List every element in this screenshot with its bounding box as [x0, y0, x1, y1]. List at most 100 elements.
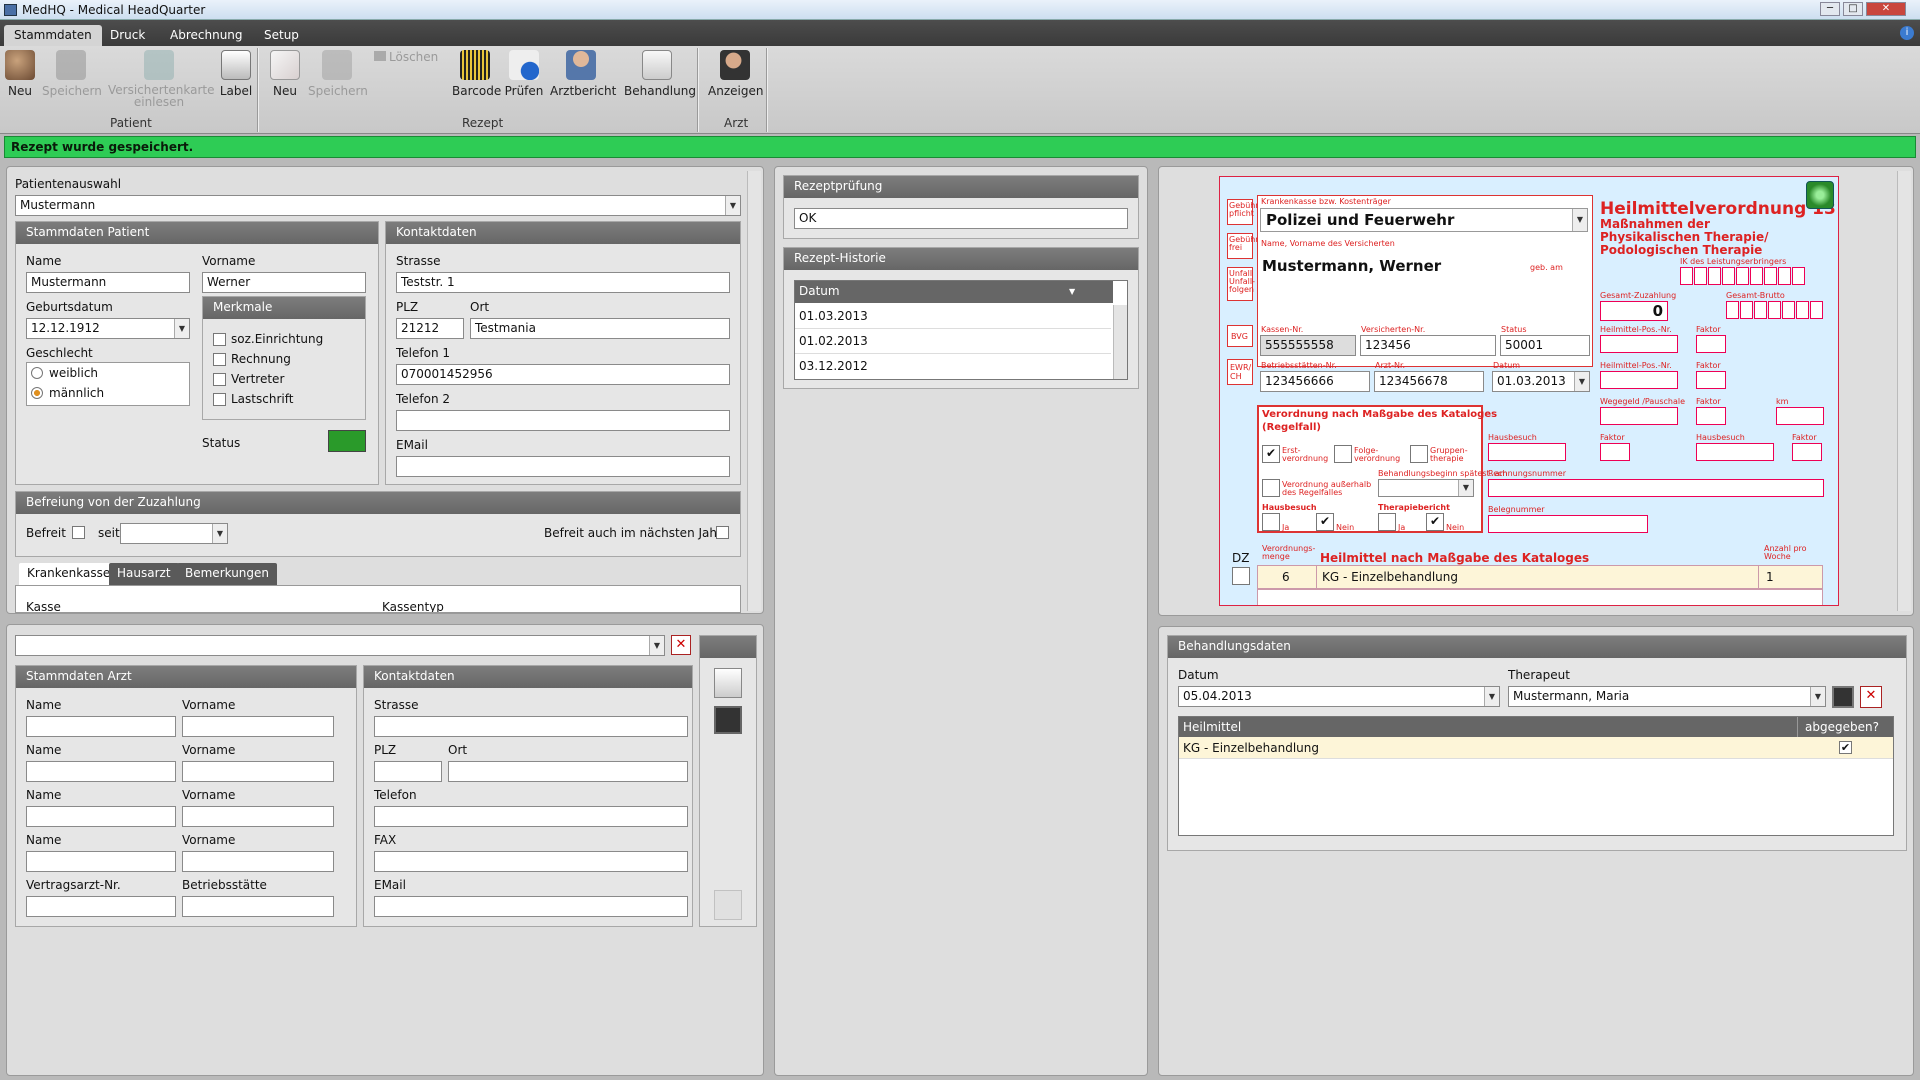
rechnung-checkbox[interactable]	[213, 353, 226, 366]
tab-bemerkungen[interactable]: Bemerkungen	[177, 563, 278, 585]
arzt-vorname-field[interactable]	[182, 761, 334, 782]
behandlung-delete-button[interactable]: ✕	[1860, 686, 1882, 708]
status-form-field[interactable]: 50001	[1500, 335, 1590, 356]
vertreter-checkbox[interactable]	[213, 373, 226, 386]
therapiebericht-nein-checkbox[interactable]: ✔	[1426, 513, 1444, 531]
maennlich-radio[interactable]	[31, 387, 43, 399]
therapeut-select[interactable]: Mustermann, Maria ▼	[1508, 686, 1826, 707]
telefon2-field[interactable]	[396, 410, 730, 431]
save-icon[interactable]	[1832, 686, 1854, 708]
patient-neu-button[interactable]: Neu	[4, 50, 36, 98]
bvg-box[interactable]: BVG	[1227, 325, 1253, 347]
label-button[interactable]: Label	[218, 50, 254, 98]
faktor-field-5[interactable]	[1792, 443, 1822, 461]
abgegeben-column[interactable]: abgegeben?	[1805, 720, 1879, 734]
befreit-seit-field[interactable]: ▼	[120, 523, 228, 544]
soz-einrichtung-checkbox[interactable]	[213, 333, 226, 346]
heilmittel-pos-field-2[interactable]	[1600, 371, 1678, 389]
ort-field[interactable]: Testmania	[470, 318, 730, 339]
faktor-field-4[interactable]	[1600, 443, 1630, 461]
chevron-down-icon[interactable]: ▼	[1572, 209, 1587, 231]
historie-column-datum[interactable]: Datum	[795, 281, 1113, 303]
betriebsstaette-field[interactable]	[182, 896, 334, 917]
lastschrift-checkbox[interactable]	[213, 393, 226, 406]
tab-abrechnung[interactable]: Abrechnung	[160, 25, 253, 46]
arzt-ort-field[interactable]	[448, 761, 688, 782]
unfall-box[interactable]: Unfall Unfall-folgen	[1227, 267, 1255, 301]
email-field[interactable]	[396, 456, 730, 477]
chevron-down-icon[interactable]: ▼	[1069, 287, 1075, 296]
heilmittel-column[interactable]: Heilmittel	[1183, 720, 1241, 734]
table-row[interactable]: KG - Einzelbehandlung ✔	[1179, 737, 1893, 759]
chevron-down-icon[interactable]: ▼	[174, 319, 189, 338]
plz-field[interactable]: 21212	[396, 318, 464, 339]
arzt-vorname-field[interactable]	[182, 806, 334, 827]
tab-setup[interactable]: Setup	[254, 25, 309, 46]
status-badge[interactable]	[328, 430, 366, 452]
patient-scrollbar[interactable]	[747, 171, 761, 611]
gruppentherapie-checkbox[interactable]	[1410, 445, 1428, 463]
arzt-name-field[interactable]	[26, 716, 176, 737]
wegegeld-field[interactable]	[1600, 407, 1678, 425]
save-icon[interactable]	[714, 706, 742, 734]
help-icon[interactable]: i	[1900, 26, 1914, 40]
hausbesuch-field-1[interactable]	[1488, 443, 1566, 461]
chevron-down-icon[interactable]: ▼	[649, 636, 664, 655]
folgeverordnung-checkbox[interactable]	[1334, 445, 1352, 463]
arzt-vorname-field[interactable]	[182, 716, 334, 737]
arzt-email-field[interactable]	[374, 896, 688, 917]
geburtsdatum-field[interactable]: 12.12.1912 ▼	[26, 318, 190, 339]
dz-checkbox[interactable]	[1232, 567, 1250, 585]
belegnummer-field[interactable]	[1488, 515, 1648, 533]
befreit-naechstes-jahr-checkbox[interactable]	[716, 526, 729, 539]
arzt-name-field[interactable]	[26, 851, 176, 872]
patient-speichern-button[interactable]: Speichern	[42, 50, 102, 98]
therapiebericht-ja-checkbox[interactable]	[1378, 513, 1396, 531]
faktor-field-1[interactable]	[1696, 335, 1726, 353]
rezept-loeschen-button[interactable]: Löschen	[374, 50, 440, 64]
hausbesuch-field-2[interactable]	[1696, 443, 1774, 461]
km-field[interactable]	[1776, 407, 1824, 425]
heilmittel-pos-field-1[interactable]	[1600, 335, 1678, 353]
arzt-anzeigen-button[interactable]: Anzeigen	[708, 50, 763, 98]
barcode-button[interactable]: Barcode	[452, 50, 501, 98]
versnr-field[interactable]: 123456	[1360, 335, 1496, 356]
telefon1-field[interactable]: 070001452956	[396, 364, 730, 385]
datum-form-field[interactable]: 01.03.2013 ▼	[1492, 371, 1590, 392]
heilmittel-row-empty[interactable]	[1257, 589, 1823, 605]
name-field[interactable]: Mustermann	[26, 272, 190, 293]
chevron-down-icon[interactable]: ▼	[1458, 480, 1473, 496]
historie-scrollbar[interactable]	[1113, 305, 1127, 379]
tab-stammdaten[interactable]: Stammdaten	[4, 25, 102, 46]
arzt-vorname-field[interactable]	[182, 851, 334, 872]
rezept-speichern-button[interactable]: Speichern	[308, 50, 368, 98]
arzt-name-field[interactable]	[26, 761, 176, 782]
arzt-name-field[interactable]	[26, 806, 176, 827]
arzt-fax-field[interactable]	[374, 851, 688, 872]
ausserhalb-regelfall-checkbox[interactable]	[1262, 479, 1280, 497]
gebuehr-pflicht-box[interactable]: Gebühr pflicht	[1227, 199, 1259, 225]
minimize-button[interactable]: ─	[1820, 2, 1840, 16]
kassennr-field[interactable]: 555555558	[1260, 335, 1356, 356]
arzt-select[interactable]: ▼	[15, 635, 665, 656]
arztbericht-button[interactable]: Arztbericht	[550, 50, 616, 98]
chevron-down-icon[interactable]: ▼	[725, 196, 740, 215]
form-scrollbar[interactable]	[1897, 171, 1911, 611]
historie-row[interactable]: 01.02.2013	[795, 330, 1111, 354]
new-document-icon[interactable]	[714, 668, 742, 698]
behandlung-button[interactable]: Behandlung	[624, 50, 696, 98]
chevron-down-icon[interactable]: ▼	[1574, 372, 1589, 391]
behandlung-datum-field[interactable]: 05.04.2013 ▼	[1178, 686, 1500, 707]
arzt-plz-field[interactable]	[374, 761, 442, 782]
tab-krankenkasse[interactable]: Krankenkasse	[19, 563, 119, 585]
chevron-down-icon[interactable]: ▼	[212, 524, 227, 543]
versichertenkarte-button[interactable]: Versichertenkarte einlesen	[108, 50, 215, 108]
rechnungsnummer-field[interactable]	[1488, 479, 1824, 497]
historie-row[interactable]: 01.03.2013	[795, 305, 1111, 329]
vertragsarzt-field[interactable]	[26, 896, 176, 917]
heilmittel-row[interactable]: 6 KG - Einzelbehandlung 1	[1257, 565, 1823, 589]
befreit-checkbox[interactable]	[72, 526, 85, 539]
rezept-neu-button[interactable]: Neu	[268, 50, 302, 98]
maximize-button[interactable]: □	[1843, 2, 1863, 16]
weiblich-radio[interactable]	[31, 367, 43, 379]
